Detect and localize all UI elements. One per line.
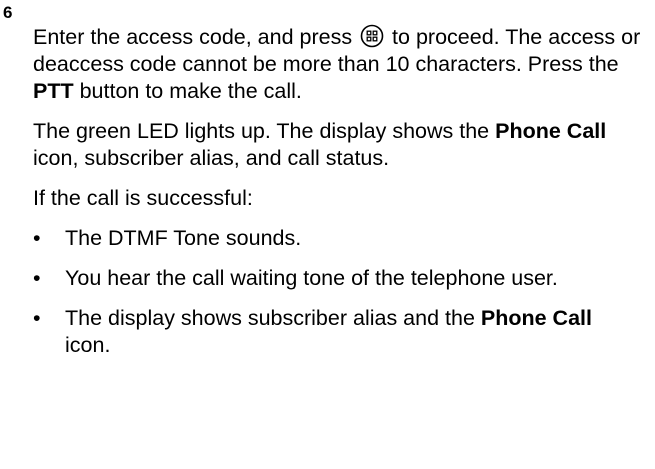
instruction-paragraph: Enter the access code, and press to proc… [33,24,643,105]
step-content: Enter the access code, and press to proc… [33,24,643,372]
led-text-end: icon, subscriber alias, and call status. [33,146,390,170]
bullet-marker: • [33,266,41,290]
list-item: • The display shows subscriber alias and… [33,305,643,359]
step-number: 6 [3,3,13,22]
success-list: • The DTMF Tone sounds. • You hear the c… [33,225,643,359]
list-item-text-end: icon. [65,333,111,357]
list-item-text-start: The display shows subscriber alias and t… [65,306,481,330]
success-intro: If the call is successful: [33,186,253,210]
ptt-label: PTT [33,79,74,103]
menu-ok-button-icon [360,24,384,48]
instruction-text-end: button to make the call. [73,79,302,103]
bullet-marker: • [33,306,41,330]
phone-call-label: Phone Call [480,306,592,330]
bullet-marker: • [33,226,41,250]
led-text-start: The green LED lights up. The display sho… [33,119,496,143]
list-item: • The DTMF Tone sounds. [33,225,643,252]
instruction-text-start: Enter the access code, and press [33,25,359,49]
list-item-text: You hear the call waiting tone of the te… [65,266,558,290]
phone-call-label: Phone Call [495,119,607,143]
led-paragraph: The green LED lights up. The display sho… [33,118,643,172]
list-item: • You hear the call waiting tone of the … [33,265,643,292]
list-item-text: The DTMF Tone sounds. [65,226,302,250]
